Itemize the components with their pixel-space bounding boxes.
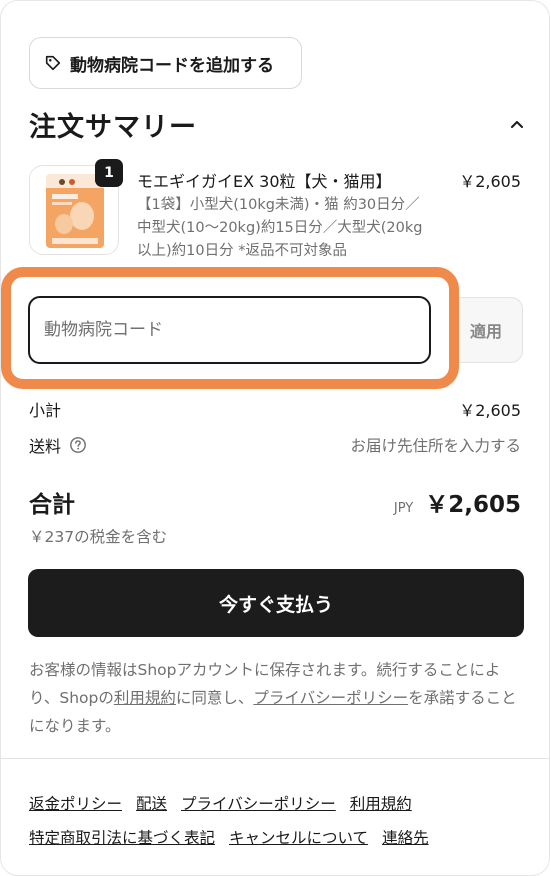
subtotal-row: 小計 ￥2,605	[29, 397, 521, 421]
footer-link-legal-notice[interactable]: 特定商取引法に基づく表記	[29, 829, 215, 847]
product-price: ￥2,605	[459, 172, 521, 191]
footer-links: 返金ポリシー 配送 プライバシーポリシー 利用規約 特定商取引法に基づく表記 キャンセル…	[29, 787, 529, 855]
total-amount: ￥2,605	[425, 492, 521, 518]
footer-link-refund[interactable]: 返金ポリシー	[29, 795, 122, 813]
pay-now-button[interactable]: 今すぐ支払う	[28, 569, 524, 637]
add-vet-code-button[interactable]: 動物病院コードを追加する	[29, 37, 302, 89]
shipping-label: 送料	[29, 437, 62, 456]
footer-link-contact[interactable]: 連絡先	[382, 829, 429, 847]
checkout-panel: 動物病院コードを追加する 注文サマリー 1 モエギイガイEX 30粒【犬・猫用】…	[0, 0, 550, 876]
quantity-badge: 1	[95, 159, 123, 187]
add-vet-code-label: 動物病院コードを追加する	[70, 55, 274, 76]
footer-link-shipping[interactable]: 配送	[136, 795, 167, 813]
footer-divider	[1, 758, 549, 759]
subtotal-value: ￥2,605	[459, 401, 521, 420]
highlight-annotation	[1, 267, 459, 389]
footer-link-cancellation[interactable]: キャンセルについて	[229, 829, 368, 847]
privacy-policy-link[interactable]: プライバシーポリシー	[253, 689, 408, 707]
help-icon[interactable]	[69, 436, 87, 454]
shipping-row: 送料 お届け先住所を入力する	[29, 433, 521, 457]
consent-text: お客様の情報はShopアカウントに保存されます。続行することにより、Shopの利…	[29, 656, 525, 740]
product-description: 【1袋】小型犬(10kg未満)・猫 約30日分／中型犬(10〜20kg)約15日…	[137, 197, 423, 259]
product-name: モエギイガイEX 30粒【犬・猫用】	[137, 172, 392, 191]
total-amount-group: JPY ￥2,605	[394, 485, 521, 519]
order-summary-title: 注文サマリー	[29, 112, 197, 143]
consent-part-2: に同意し、	[175, 689, 254, 707]
footer-link-privacy[interactable]: プライバシーポリシー	[181, 795, 336, 813]
total-label: 合計	[29, 492, 75, 518]
currency-code: JPY	[393, 501, 414, 516]
terms-link[interactable]: 利用規約	[114, 689, 176, 707]
footer-link-terms[interactable]: 利用規約	[350, 795, 412, 813]
tax-note: ￥237の税金を含む	[29, 528, 168, 546]
shipping-label-group: 送料	[29, 433, 87, 457]
tag-icon	[45, 55, 61, 71]
apply-button[interactable]: 適用	[449, 297, 523, 363]
enter-address-prompt: お届け先住所を入力する	[350, 437, 521, 455]
subtotal-label: 小計	[29, 401, 62, 420]
chevron-up-icon[interactable]	[507, 117, 527, 131]
